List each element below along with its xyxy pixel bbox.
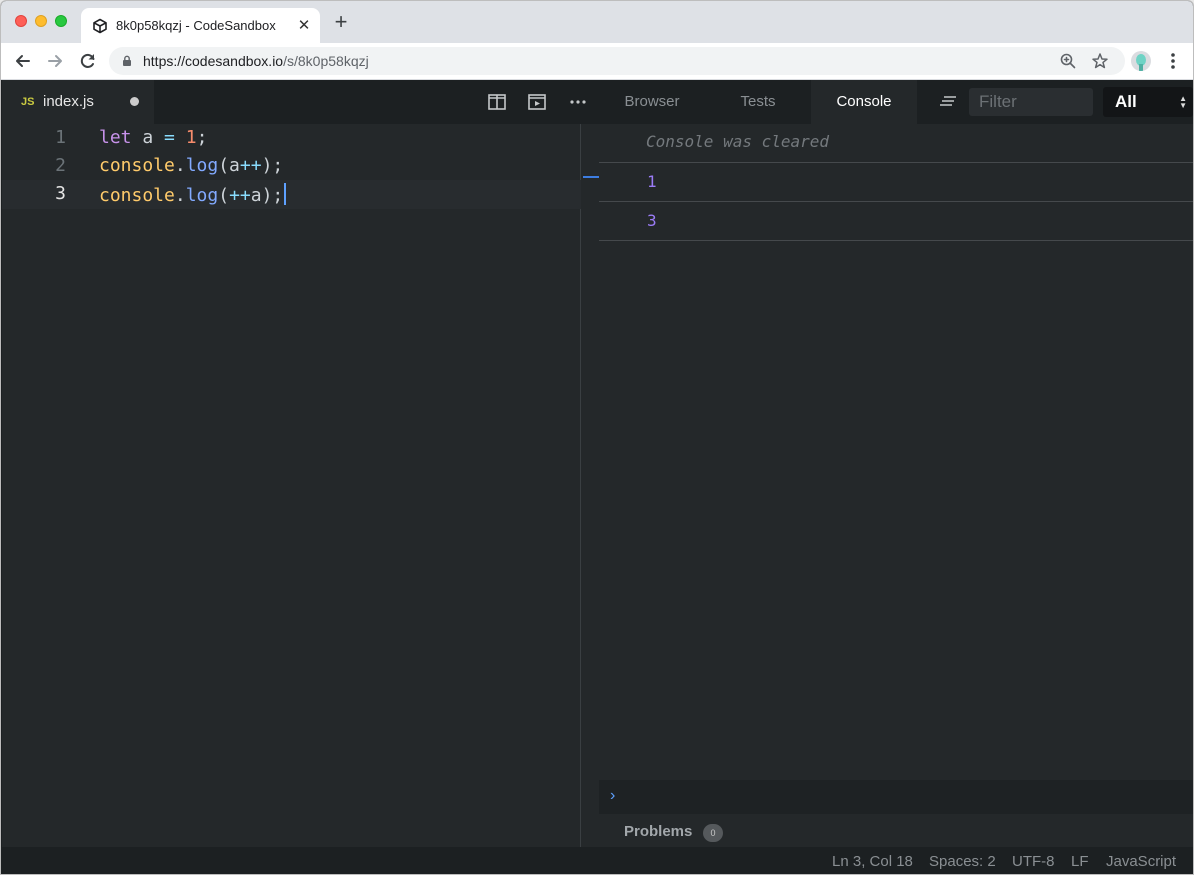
code-token: log bbox=[185, 155, 219, 176]
preview-tab-bar: Browser Tests Console Filter All ▲ ▼ bbox=[599, 80, 1193, 124]
preview-icon[interactable] bbox=[527, 92, 547, 112]
lock-icon bbox=[123, 55, 131, 66]
close-icon[interactable]: ✕ bbox=[296, 16, 312, 34]
tab-title: 8k0p58kqzj - CodeSandbox bbox=[116, 18, 276, 33]
code-token: a bbox=[131, 127, 165, 148]
console-output-value: 1 bbox=[647, 172, 657, 191]
tab-console[interactable]: Console bbox=[811, 80, 917, 124]
code-token: ); bbox=[261, 155, 284, 176]
cursor-position[interactable]: Ln 3, Col 18 bbox=[832, 853, 913, 870]
tab-strip: 8k0p58kqzj - CodeSandbox ✕ + bbox=[1, 1, 1193, 43]
plus-icon[interactable]: + bbox=[331, 11, 351, 33]
log-level-select[interactable]: All ▲ ▼ bbox=[1103, 87, 1193, 117]
select-arrows-icon: ▲ ▼ bbox=[1179, 94, 1187, 110]
code-token: console bbox=[99, 185, 175, 206]
line-ending-setting[interactable]: LF bbox=[1071, 853, 1089, 870]
back-arrow-icon[interactable] bbox=[13, 51, 33, 71]
code-token: . bbox=[174, 155, 186, 176]
browser-window: 8k0p58kqzj - CodeSandbox ✕ + https://cod… bbox=[0, 0, 1194, 875]
indentation-setting[interactable]: Spaces: 2 bbox=[929, 853, 996, 870]
editor-tab-bar: JS index.js bbox=[2, 80, 599, 124]
text-cursor bbox=[284, 183, 287, 205]
console-input[interactable]: › bbox=[599, 780, 1193, 814]
console-output-value: 3 bbox=[647, 211, 657, 230]
console-row-marker bbox=[583, 176, 599, 178]
code-token: . bbox=[174, 185, 186, 206]
code-token: ++ bbox=[239, 155, 262, 176]
kebab-menu-icon[interactable] bbox=[1167, 51, 1179, 71]
code-editor[interactable]: 1 2 3 let a = 1; console.log(a++); conso… bbox=[2, 124, 581, 847]
tab-tests[interactable]: Tests bbox=[705, 80, 811, 124]
unsaved-indicator-icon[interactable] bbox=[130, 97, 139, 106]
problems-label: Problems bbox=[624, 823, 693, 840]
problems-panel-tab[interactable]: Problems 0 bbox=[599, 814, 1193, 847]
code-token: (a bbox=[218, 155, 240, 176]
language-mode[interactable]: JavaScript bbox=[1106, 853, 1176, 870]
url-text[interactable]: https://codesandbox.io/s/8k0p58kqzj bbox=[143, 53, 369, 69]
minimize-window-button[interactable] bbox=[35, 15, 47, 27]
codesandbox-icon bbox=[93, 18, 107, 34]
browser-tab[interactable]: 8k0p58kqzj - CodeSandbox ✕ bbox=[81, 8, 320, 43]
more-icon[interactable] bbox=[568, 92, 588, 112]
code-token: ++ bbox=[229, 185, 251, 206]
problems-count-badge: 0 bbox=[703, 824, 723, 842]
tab-browser[interactable]: Browser bbox=[599, 80, 705, 124]
star-icon[interactable] bbox=[1091, 52, 1109, 70]
line-number: 2 bbox=[55, 155, 66, 176]
code-token: 1 bbox=[185, 127, 197, 148]
split-view-icon[interactable] bbox=[487, 92, 507, 112]
encoding-setting[interactable]: UTF-8 bbox=[1012, 853, 1055, 870]
prompt-chevron-icon: › bbox=[610, 787, 616, 804]
url-host: https://codesandbox.io bbox=[143, 53, 284, 69]
console-filter-input[interactable]: Filter bbox=[969, 88, 1093, 116]
code-token: a); bbox=[250, 185, 284, 206]
console-panel: Console was cleared 1 3 bbox=[599, 124, 1193, 780]
file-tab-index-js[interactable]: JS index.js bbox=[2, 80, 154, 124]
code-token: = bbox=[164, 127, 175, 148]
code-line[interactable]: console.log(a++); bbox=[99, 155, 283, 176]
console-message: 3 bbox=[599, 202, 1193, 241]
console-cleared-text: Console was cleared bbox=[646, 132, 830, 151]
console-message: 1 bbox=[599, 163, 1193, 202]
code-token: console bbox=[99, 155, 175, 176]
line-number: 1 bbox=[55, 127, 66, 148]
code-token: ( bbox=[218, 185, 230, 206]
status-bar: Ln 3, Col 18 Spaces: 2 UTF-8 LF JavaScri… bbox=[2, 847, 1193, 874]
code-token: ; bbox=[196, 127, 208, 148]
code-token: let bbox=[99, 127, 132, 148]
maximize-window-button[interactable] bbox=[55, 15, 67, 27]
line-number: 3 bbox=[55, 183, 66, 204]
js-file-icon: JS bbox=[21, 96, 35, 108]
browser-toolbar: https://codesandbox.io/s/8k0p58kqzj bbox=[1, 43, 1193, 80]
code-line[interactable]: let a = 1; bbox=[99, 127, 207, 148]
forward-arrow-icon[interactable] bbox=[45, 51, 65, 71]
code-token: log bbox=[185, 185, 219, 206]
code-line[interactable]: console.log(++a); bbox=[99, 183, 287, 206]
current-line-highlight bbox=[2, 180, 581, 209]
console-message: Console was cleared bbox=[599, 124, 1193, 163]
profile-avatar-icon[interactable] bbox=[1131, 51, 1151, 71]
address-bar[interactable]: https://codesandbox.io/s/8k0p58kqzj bbox=[109, 47, 1125, 75]
url-path: /s/8k0p58kqzj bbox=[283, 53, 369, 69]
close-window-button[interactable] bbox=[15, 15, 27, 27]
reload-icon[interactable] bbox=[78, 51, 98, 71]
file-tab-name: index.js bbox=[43, 93, 94, 110]
clear-console-icon[interactable] bbox=[939, 95, 957, 109]
zoom-icon[interactable] bbox=[1059, 52, 1077, 70]
codesandbox-app: JS index.js Browser Tests Console Filter… bbox=[2, 80, 1193, 874]
log-level-value: All bbox=[1115, 92, 1137, 111]
